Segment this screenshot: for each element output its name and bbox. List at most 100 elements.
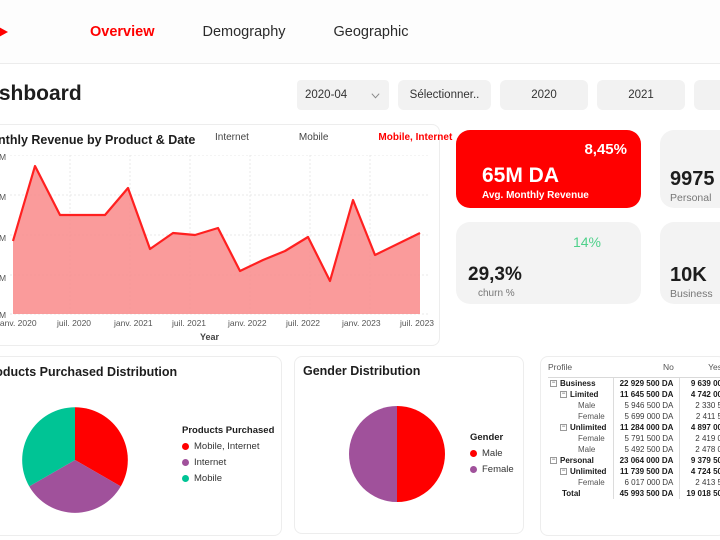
filter-bar: 2020-04 Sélectionner.. 2020 2021 2022 [297,80,720,110]
year-button-2022[interactable]: 2022 [694,80,720,110]
kpi-churn-delta: 14% [573,234,601,250]
row-label: Male [548,444,613,455]
row-label: Male [548,400,613,411]
table-row[interactable]: −Limited 11 645 500 DA 4 742 00 [548,389,720,400]
row-label: Female [548,411,613,422]
profile-matrix-table: Profile No Yes −Business 22 929 500 DA 9… [548,362,720,499]
row-no: 6 017 000 DA [613,477,680,488]
kpi-revenue-label: Avg. Monthly Revenue [482,190,589,201]
tab-demography[interactable]: Demography [203,24,286,40]
column-header-yes[interactable]: Yes [680,362,720,378]
month-slicer-dropdown[interactable]: 2020-04 [297,80,389,110]
row-no: 5 946 500 DA [613,400,680,411]
kpi-personal[interactable]: 9975 Personal [660,130,720,208]
row-yes: 4 897 00 [680,422,720,433]
products-purchased-pie[interactable] [20,405,130,515]
column-header-no[interactable]: No [613,362,680,378]
row-yes: 2 419 0 [680,433,720,444]
revenue-chart-legend: Internet Mobile Mobile, Internet [215,132,452,143]
expander-icon[interactable]: − [550,457,557,464]
legend-label-mobile-internet: Mobile, Internet [194,441,259,452]
year-button-2020[interactable]: 2020 [500,80,588,110]
kpi-revenue-delta: 8,45% [584,141,627,158]
table-row[interactable]: Male 5 946 500 DA 2 330 5 [548,400,720,411]
row-no: 5 699 000 DA [613,411,680,422]
row-yes: 2 413 5 [680,477,720,488]
kpi-business[interactable]: 10K Business [660,222,720,304]
legend-item-mobile[interactable]: Mobile [299,132,328,143]
column-header-profile[interactable]: Profile [548,362,613,378]
expander-icon[interactable]: − [560,391,567,398]
page-title: Dashboard [0,82,82,106]
row-no: 11 645 500 DA [613,389,680,400]
row-yes: 9 639 00 [680,378,720,390]
y-tick-1: M [0,273,6,283]
table-row[interactable]: Male 5 492 500 DA 2 478 0 [548,444,720,455]
year-button-2021[interactable]: 2021 [597,80,685,110]
legend-dot-internet [182,459,189,466]
products-purchased-title: Products Purchased Distribution [0,365,177,379]
row-label: Business [560,379,596,388]
legend-dot-mobile [182,475,189,482]
x-tick-2: janv. 2021 [114,318,153,328]
table-row[interactable]: −Business 22 929 500 DA 9 639 00 [548,378,720,390]
legend-row-female[interactable]: Female [470,464,514,475]
table-row[interactable]: Female 5 699 000 DA 2 411 5 [548,411,720,422]
tab-overview[interactable]: Overview [90,24,155,40]
legend-item-mobile-internet[interactable]: Mobile, Internet [378,132,452,143]
x-tick-1: juil. 2020 [57,318,91,328]
row-yes: 2 478 0 [680,444,720,455]
gender-distribution-title: Gender Distribution [303,364,420,378]
kpi-churn[interactable]: 14% 29,3% churn % [456,222,641,304]
kpi-revenue-value: 65M DA [482,164,559,188]
row-yes: 4 742 00 [680,389,720,400]
table-row[interactable]: −Unlimited 11 739 500 DA 4 724 50 [548,466,720,477]
legend-row-internet[interactable]: Internet [182,457,274,468]
x-tick-4: janv. 2022 [228,318,267,328]
legend-row-mobile[interactable]: Mobile [182,473,274,484]
table-row[interactable]: Female 5 791 500 DA 2 419 0 [548,433,720,444]
row-yes: 19 018 50 [680,488,720,499]
gender-distribution-pie[interactable] [347,404,447,504]
table-header-row: Profile No Yes [548,362,720,378]
row-no: 11 739 500 DA [613,466,680,477]
nav-tabs: Overview Demography Geographic [90,0,408,64]
row-no: 5 791 500 DA [613,433,680,444]
x-tick-0: janv. 2020 [0,318,37,328]
row-no: 22 929 500 DA [613,378,680,390]
kpi-business-value: 10K [670,264,707,287]
expander-icon[interactable]: − [560,424,567,431]
legend-item-internet[interactable]: Internet [215,132,249,143]
legend-row-male[interactable]: Male [470,448,514,459]
row-label: Total [548,488,613,499]
kpi-business-label: Business [670,288,713,300]
kpi-personal-label: Personal [670,192,711,204]
row-yes: 2 411 5 [680,411,720,422]
row-label: Unlimited [570,423,606,432]
x-tick-7: juil. 2023 [400,318,434,328]
y-tick-2: M [0,233,6,243]
row-label: Personal [560,456,594,465]
expander-icon[interactable]: − [550,380,557,387]
x-tick-3: juil. 2021 [172,318,206,328]
expander-icon[interactable]: − [560,468,567,475]
chevron-down-icon [370,90,381,101]
row-no: 5 492 500 DA [613,444,680,455]
table-total-row[interactable]: Total 45 993 500 DA 19 018 50 [548,488,720,499]
legend-row-mobile-internet[interactable]: Mobile, Internet [182,441,274,452]
x-tick-6: janv. 2023 [342,318,381,328]
select-button[interactable]: Sélectionner.. [398,80,491,110]
legend-label-male: Male [482,448,503,459]
row-label: Female [548,477,613,488]
kpi-personal-value: 9975 [670,168,715,191]
gender-legend: Gender Male Female [470,432,514,480]
table-row[interactable]: Female 6 017 000 DA 2 413 5 [548,477,720,488]
legend-dot-female [470,466,477,473]
table-row[interactable]: −Unlimited 11 284 000 DA 4 897 00 [548,422,720,433]
table-row[interactable]: −Personal 23 064 000 DA 9 379 50 [548,455,720,466]
row-label: Unlimited [570,467,606,476]
kpi-avg-monthly-revenue[interactable]: 8,45% 65M DA Avg. Monthly Revenue [456,130,641,208]
tab-geographic[interactable]: Geographic [334,24,409,40]
row-yes: 2 330 5 [680,400,720,411]
legend-label-female: Female [482,464,514,475]
